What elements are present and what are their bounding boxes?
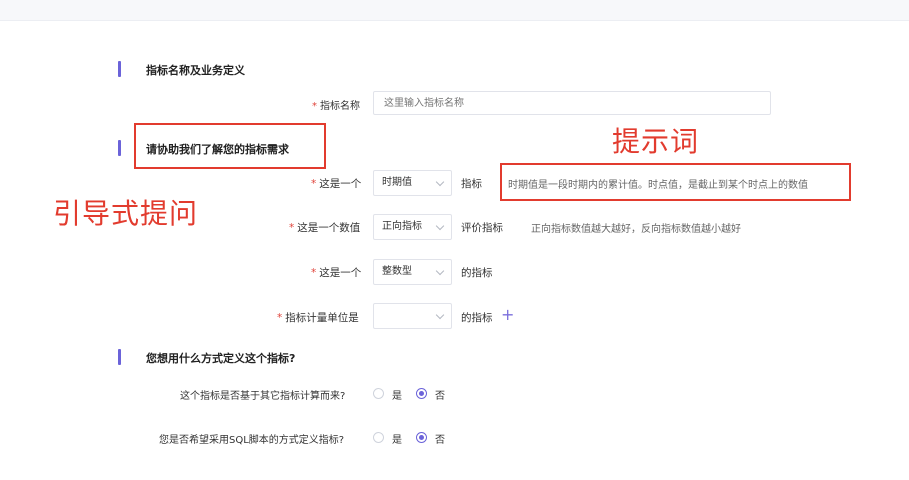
q1-yes-label: 是 (392, 391, 402, 402)
direction-select[interactable]: 正向指标 (373, 214, 452, 240)
q2-no-label: 否 (435, 435, 445, 446)
row1-label: 这是一个 (319, 178, 362, 190)
plus-icon[interactable]: + (501, 307, 514, 323)
q1-label: 这个指标是否基于其它指标计算而来? (180, 391, 346, 402)
required-icon: * (289, 222, 295, 234)
required-icon: * (277, 312, 283, 324)
period-type-value: 时期值 (382, 177, 412, 188)
q2-label: 您是否希望采用SQL脚本的方式定义指标? (159, 435, 345, 446)
q2-yes-radio[interactable] (373, 432, 384, 443)
chevron-down-icon (435, 177, 445, 187)
unit-select[interactable] (373, 303, 452, 329)
period-type-select[interactable]: 时期值 (373, 170, 452, 196)
field-label-name: * 指标名称 (312, 97, 360, 112)
row4-suffix: 的指标 (461, 312, 493, 324)
name-label: 指标名称 (320, 101, 360, 112)
row3-suffix: 的指标 (461, 267, 493, 279)
field-label-row1: * 这是一个 (311, 176, 361, 191)
row3-label: 这是一个 (319, 267, 362, 279)
row2-hint: 正向指标数值越大越好，反向指标数值越小越好 (531, 224, 741, 235)
row2-suffix: 评价指标 (461, 222, 503, 234)
guide-highlight-box (134, 123, 326, 169)
section-title-method: 您想用什么方式定义这个指标? (146, 352, 296, 365)
required-icon: * (311, 178, 317, 190)
chevron-down-icon (435, 266, 445, 276)
row4-label: 指标计量单位是 (285, 312, 359, 324)
direction-value: 正向指标 (382, 221, 422, 232)
annotation-prompt-word: 提示词 (612, 125, 700, 158)
section-marker (118, 61, 121, 77)
row1-suffix: 指标 (461, 178, 482, 190)
field-label-row2: * 这是一个数值 (289, 220, 360, 235)
required-icon: * (312, 101, 317, 112)
row2-label: 这是一个数值 (297, 222, 361, 234)
top-bar (0, 0, 909, 21)
q2-no-radio[interactable] (416, 432, 427, 443)
field-label-row3: * 这是一个 (311, 265, 361, 280)
q1-yes-radio[interactable] (373, 388, 384, 399)
hint-highlight-box (500, 163, 851, 201)
q2-yes-label: 是 (392, 435, 402, 446)
number-type-select[interactable]: 整数型 (373, 259, 452, 285)
q1-no-radio[interactable] (416, 388, 427, 399)
field-label-row4: * 指标计量单位是 (277, 310, 359, 325)
section-marker (118, 349, 121, 365)
metric-name-input[interactable] (373, 91, 771, 115)
number-type-value: 整数型 (382, 266, 412, 277)
required-icon: * (311, 267, 317, 279)
chevron-down-icon (435, 221, 445, 231)
section-marker (118, 140, 121, 156)
q1-no-label: 否 (435, 391, 445, 402)
section-title-basic: 指标名称及业务定义 (146, 64, 245, 77)
annotation-guided-question: 引导式提问 (53, 197, 199, 230)
chevron-down-icon (435, 310, 445, 320)
